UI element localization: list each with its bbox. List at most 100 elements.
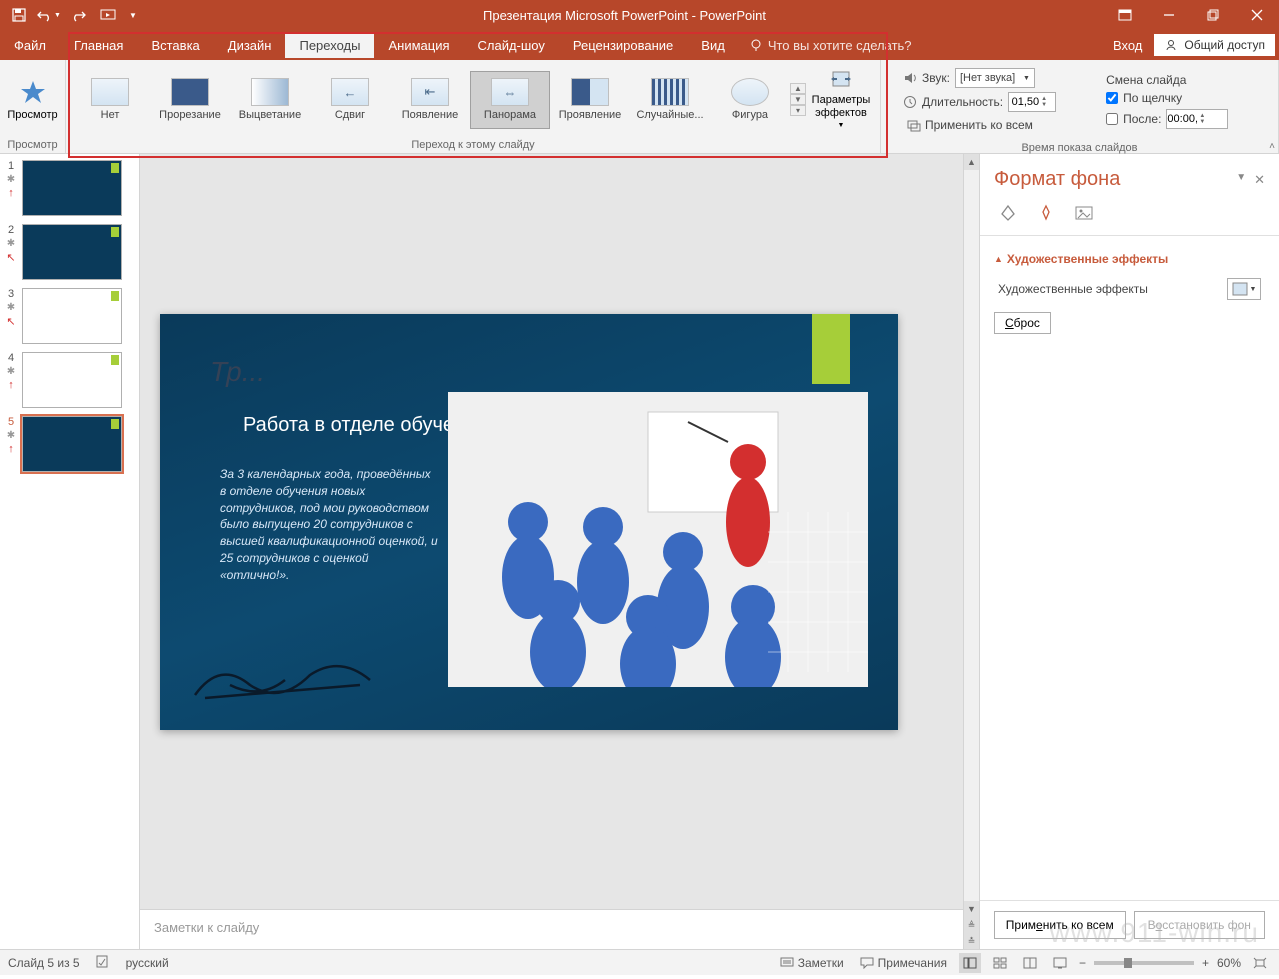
undo-button[interactable]: ▼ bbox=[36, 2, 62, 28]
thumbnail-5[interactable]: 5✱↑ bbox=[4, 416, 135, 472]
notes-pane[interactable]: Заметки к слайду bbox=[140, 909, 963, 949]
artistic-effects-dropdown[interactable]: ▼ bbox=[1227, 278, 1261, 300]
redo-button[interactable] bbox=[66, 2, 92, 28]
gallery-scroll-down[interactable]: ▼ bbox=[790, 94, 806, 105]
on-click-checkbox[interactable] bbox=[1106, 92, 1118, 104]
duration-spinner[interactable]: ▲▼ bbox=[1008, 92, 1056, 112]
advance-header: Смена слайда bbox=[1106, 73, 1186, 87]
collapse-ribbon-button[interactable]: ˄ bbox=[1269, 141, 1275, 152]
transition-reveal[interactable]: Проявление bbox=[550, 71, 630, 129]
tab-slideshow[interactable]: Слайд-шоу bbox=[464, 32, 559, 58]
thumbnail-1[interactable]: 1✱↑ bbox=[4, 160, 135, 216]
notes-toggle-button[interactable]: Заметки bbox=[776, 954, 848, 972]
transition-random-bars[interactable]: Случайные... bbox=[630, 71, 710, 129]
pane-close-button[interactable]: ✕ bbox=[1254, 172, 1265, 188]
artistic-effects-label: Художественные эффекты bbox=[998, 282, 1148, 296]
share-button[interactable]: Общий доступ bbox=[1154, 34, 1275, 56]
scroll-down-button[interactable]: ▼ bbox=[964, 901, 979, 917]
thumbnail-3[interactable]: 3✱↖ bbox=[4, 288, 135, 344]
close-button[interactable] bbox=[1235, 0, 1279, 30]
transition-none[interactable]: Нет bbox=[70, 71, 150, 129]
transition-indicator-icon: ✱ bbox=[7, 366, 15, 377]
signin-button[interactable]: Вход bbox=[1101, 38, 1154, 53]
current-slide[interactable]: Тр... Работа в отделе обучения За 3 кале… bbox=[160, 314, 898, 730]
apply-all-label: Применить ко всем bbox=[925, 118, 1033, 132]
window-controls bbox=[1103, 0, 1279, 30]
transition-push[interactable]: ←Сдвиг bbox=[310, 71, 390, 129]
play-icon[interactable]: ↖ bbox=[6, 315, 15, 328]
after-checkbox[interactable] bbox=[1106, 113, 1118, 125]
minimize-button[interactable] bbox=[1147, 0, 1191, 30]
zoom-out-button[interactable]: − bbox=[1079, 956, 1086, 970]
fit-to-window-button[interactable] bbox=[1249, 953, 1271, 973]
restore-background-button[interactable]: Восстановить фон bbox=[1134, 911, 1266, 939]
transition-shape[interactable]: Фигура bbox=[710, 71, 790, 129]
vertical-scrollbar[interactable]: ▲ ▼ ≜ ≛ bbox=[963, 154, 979, 949]
slide-title-faded: Тр... bbox=[210, 356, 265, 388]
slide-sorter-view-button[interactable] bbox=[989, 953, 1011, 973]
artistic-effects-section[interactable]: ▲ Художественные эффекты bbox=[994, 246, 1265, 272]
effects-tab[interactable] bbox=[1032, 201, 1060, 225]
format-background-pane: Формат фона ▼ ✕ ▲ Художественные эффекты… bbox=[979, 154, 1279, 949]
picture-tab[interactable] bbox=[1070, 201, 1098, 225]
next-slide-button[interactable]: ≛ bbox=[964, 933, 979, 949]
after-spinner[interactable]: ▲▼ bbox=[1166, 109, 1228, 129]
slideshow-view-button[interactable] bbox=[1049, 953, 1071, 973]
fill-tab[interactable] bbox=[994, 201, 1022, 225]
slide-body-text: За 3 календарных года, проведённых в отд… bbox=[220, 466, 440, 584]
apply-to-all-button[interactable]: Применить ко всем bbox=[903, 116, 1056, 134]
tab-view[interactable]: Вид bbox=[687, 32, 739, 58]
comments-toggle-button[interactable]: Примечания bbox=[856, 954, 951, 972]
zoom-in-button[interactable]: + bbox=[1202, 956, 1209, 970]
tab-insert[interactable]: Вставка bbox=[137, 32, 213, 58]
tab-design[interactable]: Дизайн bbox=[214, 32, 286, 58]
normal-view-button[interactable] bbox=[959, 953, 981, 973]
reset-button[interactable]: Сброс bbox=[994, 312, 1051, 334]
tab-review[interactable]: Рецензирование bbox=[559, 32, 687, 58]
transition-fade[interactable]: Выцветание bbox=[230, 71, 310, 129]
thumbnail-4[interactable]: 4✱↑ bbox=[4, 352, 135, 408]
preview-button[interactable]: Просмотр bbox=[4, 79, 61, 121]
play-icon[interactable]: ↑ bbox=[8, 443, 14, 455]
save-button[interactable] bbox=[6, 2, 32, 28]
tab-transitions[interactable]: Переходы bbox=[285, 32, 374, 58]
transition-cut[interactable]: Прорезание bbox=[150, 71, 230, 129]
slide-image bbox=[448, 392, 868, 687]
qat-customize-button[interactable]: ▼ bbox=[126, 2, 140, 28]
gallery-scroll-up[interactable]: ▲ bbox=[790, 83, 806, 94]
tab-home[interactable]: Главная bbox=[60, 32, 137, 58]
comments-icon bbox=[860, 957, 874, 969]
timing-right: Смена слайда По щелчку После: ▲▼ bbox=[1096, 69, 1238, 133]
start-from-beginning-button[interactable] bbox=[96, 2, 122, 28]
slide-count[interactable]: Слайд 5 из 5 bbox=[8, 956, 80, 970]
sound-dropdown[interactable]: [Нет звука]▼ bbox=[955, 68, 1035, 88]
format-pane-tabs bbox=[980, 201, 1279, 236]
apply-all-icon bbox=[907, 118, 921, 132]
zoom-level[interactable]: 60% bbox=[1217, 956, 1241, 970]
spellcheck-button[interactable] bbox=[96, 954, 110, 971]
scroll-up-button[interactable]: ▲ bbox=[964, 154, 979, 170]
slide-editor[interactable]: Тр... Работа в отделе обучения За 3 кале… bbox=[140, 154, 979, 949]
tell-me-search[interactable]: Что вы хотите сделать? bbox=[739, 38, 922, 53]
zoom-slider[interactable] bbox=[1094, 961, 1194, 965]
pane-options-button[interactable]: ▼ bbox=[1236, 172, 1246, 188]
transition-wipe[interactable]: ⇤Появление bbox=[390, 71, 470, 129]
play-icon[interactable]: ↖ bbox=[6, 251, 15, 264]
language-button[interactable]: русский bbox=[126, 956, 169, 970]
notes-icon bbox=[780, 957, 794, 969]
transition-indicator-icon: ✱ bbox=[7, 302, 15, 313]
effect-options-button[interactable]: Параметры эффектов▼ bbox=[806, 68, 876, 131]
reading-view-button[interactable] bbox=[1019, 953, 1041, 973]
tab-animations[interactable]: Анимация bbox=[374, 32, 463, 58]
tab-file[interactable]: Файл bbox=[0, 30, 60, 60]
prev-slide-button[interactable]: ≜ bbox=[964, 917, 979, 933]
thumbnail-panel[interactable]: 1✱↑ 2✱↖ 3✱↖ 4✱↑ 5✱↑ bbox=[0, 154, 140, 949]
play-icon[interactable]: ↑ bbox=[8, 379, 14, 391]
maximize-button[interactable] bbox=[1191, 0, 1235, 30]
thumbnail-2[interactable]: 2✱↖ bbox=[4, 224, 135, 280]
apply-to-all-footer-button[interactable]: Применить ко всем bbox=[994, 911, 1126, 939]
ribbon-display-options-button[interactable] bbox=[1103, 0, 1147, 30]
transition-split[interactable]: ⇔Панорама bbox=[470, 71, 550, 129]
play-icon[interactable]: ↑ bbox=[8, 187, 14, 199]
gallery-expand[interactable]: ▾ bbox=[790, 105, 806, 116]
